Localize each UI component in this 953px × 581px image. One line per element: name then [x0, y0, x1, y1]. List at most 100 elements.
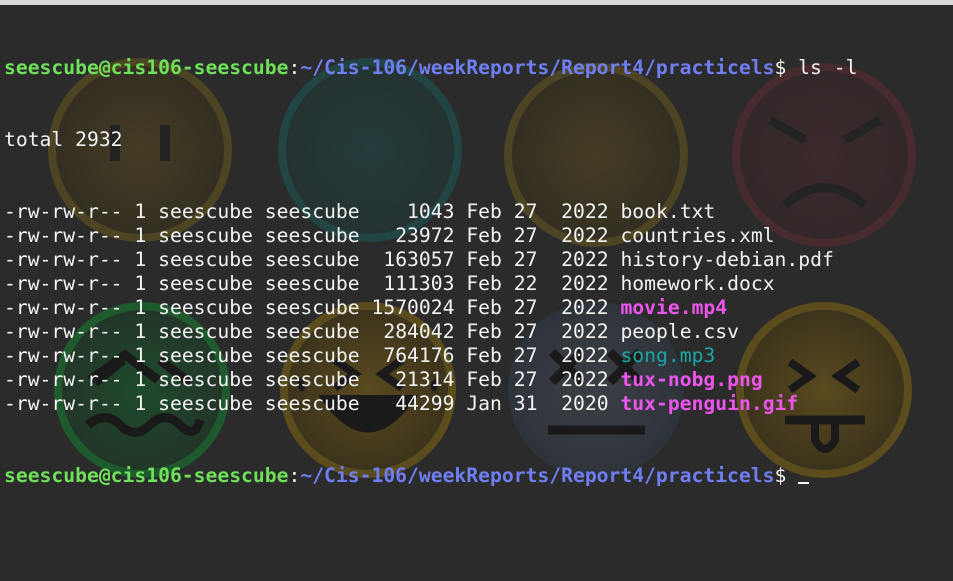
file-year: 2022 — [549, 344, 609, 367]
file-group: seescube — [264, 224, 360, 247]
file-link-count: 1 — [134, 344, 147, 367]
file-name[interactable]: book.txt — [620, 200, 715, 223]
file-name[interactable]: homework.docx — [620, 272, 774, 295]
file-year: 2022 — [549, 272, 609, 295]
file-owner: seescube — [158, 296, 253, 319]
file-group: seescube — [264, 296, 360, 319]
file-permissions: -rw-rw-r-- — [4, 248, 123, 271]
terminal-output: seescube@cis106-seescube:~/Cis-106/weekR… — [4, 8, 857, 536]
file-row: -rw-rw-r-- 1 seescube seescube 1570024 F… — [4, 296, 857, 320]
file-link-count: 1 — [134, 296, 147, 319]
file-permissions: -rw-rw-r-- — [4, 296, 123, 319]
file-year: 2022 — [549, 296, 609, 319]
file-year: 2022 — [549, 200, 609, 223]
file-link-count: 1 — [134, 368, 147, 391]
file-month: Feb — [466, 296, 502, 319]
file-owner: seescube — [158, 224, 253, 247]
file-group: seescube — [264, 344, 360, 367]
file-group: seescube — [264, 200, 360, 223]
file-permissions: -rw-rw-r-- — [4, 320, 123, 343]
file-day: 27 — [513, 200, 538, 223]
file-group: seescube — [264, 272, 360, 295]
file-link-count: 1 — [134, 320, 147, 343]
file-month: Jan — [466, 392, 502, 415]
prompt-path: ~/Cis-106/weekReports/Report4/practicels — [300, 464, 775, 487]
file-name[interactable]: movie.mp4 — [620, 296, 727, 319]
file-group: seescube — [264, 368, 360, 391]
file-name[interactable]: tux-penguin.gif — [620, 392, 798, 415]
file-year: 2022 — [549, 368, 609, 391]
file-row: -rw-rw-r-- 1 seescube seescube 44299 Jan… — [4, 392, 857, 416]
file-month: Feb — [466, 320, 502, 343]
file-row: -rw-rw-r-- 1 seescube seescube 21314 Feb… — [4, 368, 857, 392]
file-month: Feb — [466, 344, 502, 367]
file-month: Feb — [466, 200, 502, 223]
file-name[interactable]: people.csv — [620, 320, 739, 343]
command-text: ls -l — [786, 56, 858, 79]
prompt-path: ~/Cis-106/weekReports/Report4/practicels — [300, 56, 775, 79]
file-row: -rw-rw-r-- 1 seescube seescube 1043 Feb … — [4, 200, 857, 224]
file-permissions: -rw-rw-r-- — [4, 368, 123, 391]
prompt-dollar: $ — [774, 56, 787, 79]
file-row: -rw-rw-r-- 1 seescube seescube 23972 Feb… — [4, 224, 857, 248]
file-size: 284042 — [371, 320, 455, 343]
file-name[interactable]: song.mp3 — [620, 344, 715, 367]
prompt-colon: : — [288, 464, 301, 487]
file-size: 23972 — [371, 224, 455, 247]
file-link-count: 1 — [134, 392, 147, 415]
file-year: 2020 — [549, 392, 609, 415]
file-owner: seescube — [158, 248, 253, 271]
total-line: total 2932 — [4, 128, 123, 151]
file-owner: seescube — [158, 392, 253, 415]
file-name[interactable]: history-debian.pdf — [620, 248, 833, 271]
file-name[interactable]: countries.xml — [620, 224, 774, 247]
file-link-count: 1 — [134, 248, 147, 271]
prompt-colon: : — [288, 56, 301, 79]
text-cursor[interactable] — [798, 464, 810, 484]
file-size: 1570024 — [371, 296, 455, 319]
file-permissions: -rw-rw-r-- — [4, 344, 123, 367]
prompt-line-current[interactable]: seescube@cis106-seescube:~/Cis-106/weekR… — [4, 464, 857, 488]
prompt-dollar: $ — [774, 464, 787, 487]
file-month: Feb — [466, 272, 502, 295]
file-size: 44299 — [371, 392, 455, 415]
file-day: 27 — [513, 344, 538, 367]
file-size: 764176 — [371, 344, 455, 367]
terminal-window[interactable]: seescube@cis106-seescube:~/Cis-106/weekR… — [0, 0, 953, 581]
file-year: 2022 — [549, 320, 609, 343]
file-day: 27 — [513, 248, 538, 271]
file-size: 163057 — [371, 248, 455, 271]
file-permissions: -rw-rw-r-- — [4, 272, 123, 295]
file-size: 1043 — [371, 200, 455, 223]
file-row: -rw-rw-r-- 1 seescube seescube 284042 Fe… — [4, 320, 857, 344]
prompt-user-host: seescube@cis106-seescube — [4, 56, 289, 79]
file-year: 2022 — [549, 224, 609, 247]
file-group: seescube — [264, 248, 360, 271]
file-permissions: -rw-rw-r-- — [4, 200, 123, 223]
file-row: -rw-rw-r-- 1 seescube seescube 163057 Fe… — [4, 248, 857, 272]
file-link-count: 1 — [134, 224, 147, 247]
file-day: 22 — [513, 272, 538, 295]
file-size: 21314 — [371, 368, 455, 391]
title-bar-edge — [0, 0, 953, 5]
file-month: Feb — [466, 224, 502, 247]
prompt-user-host: seescube@cis106-seescube — [4, 464, 289, 487]
file-day: 27 — [513, 320, 538, 343]
file-group: seescube — [264, 320, 360, 343]
file-day: 27 — [513, 368, 538, 391]
file-month: Feb — [466, 248, 502, 271]
file-owner: seescube — [158, 320, 253, 343]
file-link-count: 1 — [134, 272, 147, 295]
file-permissions: -rw-rw-r-- — [4, 224, 123, 247]
file-size: 111303 — [371, 272, 455, 295]
file-listing: -rw-rw-r-- 1 seescube seescube 1043 Feb … — [4, 200, 857, 416]
file-permissions: -rw-rw-r-- — [4, 392, 123, 415]
file-owner: seescube — [158, 344, 253, 367]
file-name[interactable]: tux-nobg.png — [620, 368, 762, 391]
file-link-count: 1 — [134, 200, 147, 223]
file-day: 27 — [513, 224, 538, 247]
file-group: seescube — [264, 392, 360, 415]
file-row: -rw-rw-r-- 1 seescube seescube 764176 Fe… — [4, 344, 857, 368]
prompt-line: seescube@cis106-seescube:~/Cis-106/weekR… — [4, 56, 857, 80]
file-day: 31 — [513, 392, 538, 415]
